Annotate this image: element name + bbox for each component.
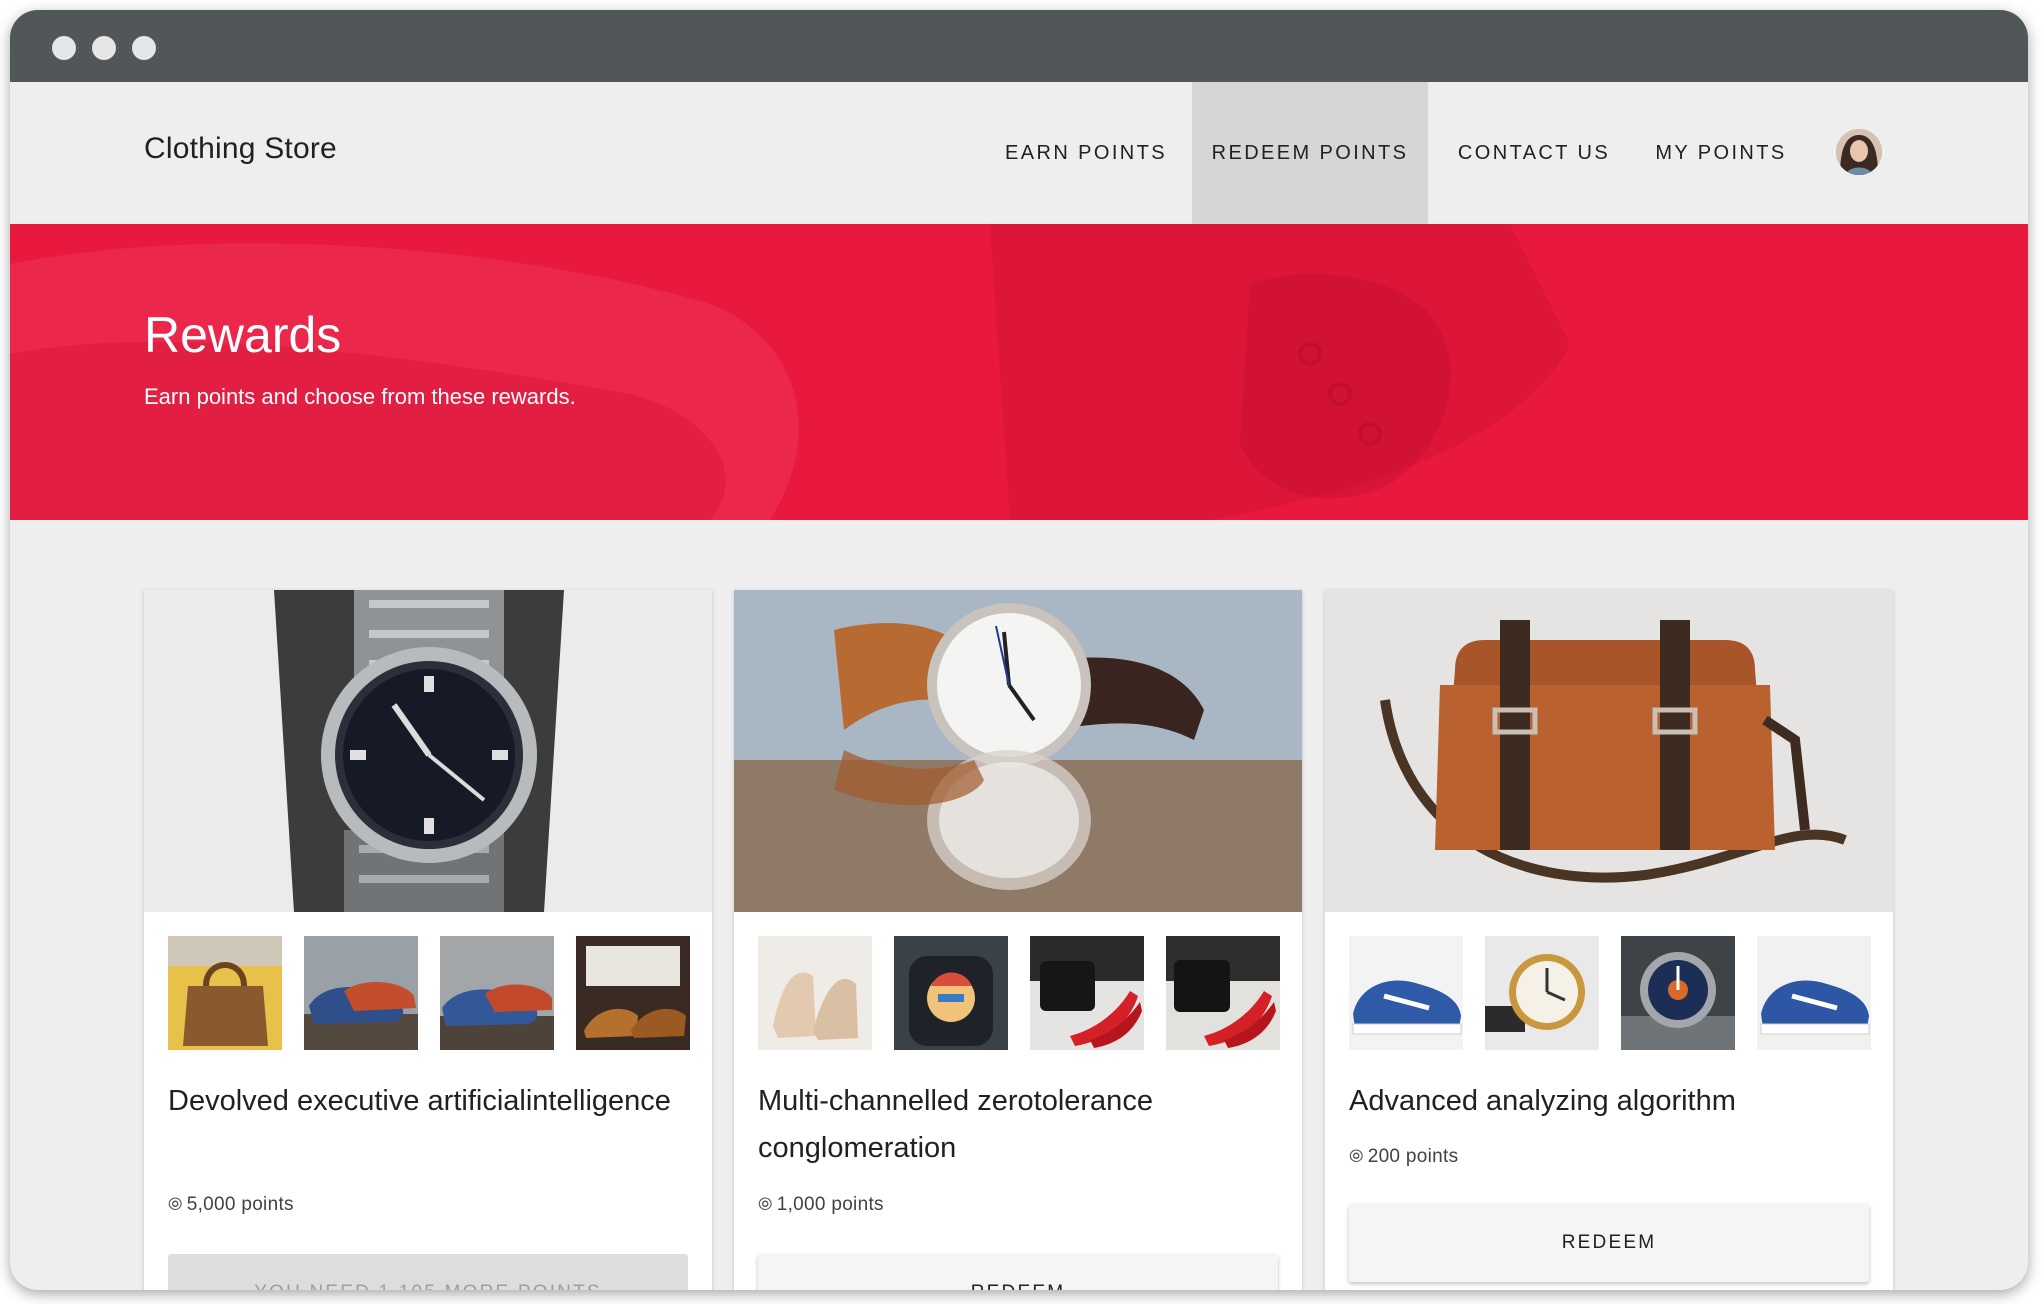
window-dot-icon[interactable] [132, 36, 156, 60]
reward-title: Multi-channelled zerotolerance conglomer… [758, 1085, 1153, 1164]
reward-image-leather-watch[interactable] [734, 590, 1302, 912]
reward-card: Multi-channelled zerotolerance conglomer… [734, 590, 1302, 1290]
rewards-banner: Rewards Earn points and choose from thes… [10, 224, 2028, 520]
nav-my-points[interactable]: MY POINTS [1640, 82, 1802, 224]
thumb-sport-watch[interactable] [1621, 936, 1735, 1050]
window-dot-icon[interactable] [92, 36, 116, 60]
page-subtitle: Earn points and choose from these reward… [144, 384, 576, 409]
reward-points: ⦾ 1,000 points [758, 1194, 884, 1216]
reward-title: Advanced analyzing algorithm [1349, 1085, 1736, 1117]
brand-logo[interactable]: Clothing Store [144, 132, 337, 166]
reward-points: ⦾ 200 points [1349, 1146, 1458, 1168]
thumb-blue-sneakers[interactable] [1349, 936, 1463, 1050]
thumb-handbag[interactable] [168, 936, 282, 1050]
redeem-button[interactable]: REDEEM [758, 1254, 1278, 1290]
thumb-patch-backpack[interactable] [894, 936, 1008, 1050]
thumb-blue-loafers[interactable] [304, 936, 418, 1050]
reward-points-value: 1,000 points [776, 1194, 884, 1215]
thumb-blue-loafers[interactable] [440, 936, 554, 1050]
reward-points-value: 200 points [1367, 1146, 1459, 1167]
page-title: Rewards [144, 307, 342, 363]
user-avatar[interactable] [1836, 129, 1882, 175]
reward-points-value: 5,000 points [186, 1194, 294, 1215]
reward-title: Devolved executive artificialintelligenc… [168, 1085, 671, 1117]
thumb-red-heels[interactable] [1030, 936, 1144, 1050]
redeem-button[interactable]: REDEEM [1349, 1204, 1869, 1282]
thumb-brown-shoes[interactable] [576, 936, 690, 1050]
nav-contact-us[interactable]: CONTACT US [1448, 82, 1620, 224]
thumb-red-heels[interactable] [1166, 936, 1280, 1050]
thumb-beige-heels[interactable] [758, 936, 872, 1050]
need-more-points-button: YOU NEED 1,105 MORE POINTS [168, 1254, 688, 1290]
nav-earn-points[interactable]: EARN POINTS [1000, 82, 1172, 224]
top-navigation: Clothing Store EARN POINTS REDEEM POINTS… [10, 82, 2028, 224]
window-dot-icon[interactable] [52, 36, 76, 60]
reward-image-silver-watch[interactable] [144, 590, 712, 912]
reward-points: ⦾ 5,000 points [168, 1194, 294, 1216]
reward-card: Devolved executive artificialintelligenc… [144, 590, 712, 1290]
browser-window: Clothing Store EARN POINTS REDEEM POINTS… [10, 10, 2028, 1290]
window-titlebar [10, 10, 2028, 82]
coins-icon: ⦾ [1349, 1146, 1364, 1166]
coins-icon: ⦾ [758, 1194, 773, 1214]
reward-image-leather-satchel[interactable] [1325, 590, 1893, 912]
reward-card: Advanced analyzing algorithm ⦾ 200 points… [1325, 590, 1893, 1290]
nav-redeem-points[interactable]: REDEEM POINTS [1192, 82, 1428, 224]
thumb-blue-sneakers[interactable] [1757, 936, 1871, 1050]
thumb-gold-watch[interactable] [1485, 936, 1599, 1050]
coins-icon: ⦾ [168, 1194, 183, 1214]
